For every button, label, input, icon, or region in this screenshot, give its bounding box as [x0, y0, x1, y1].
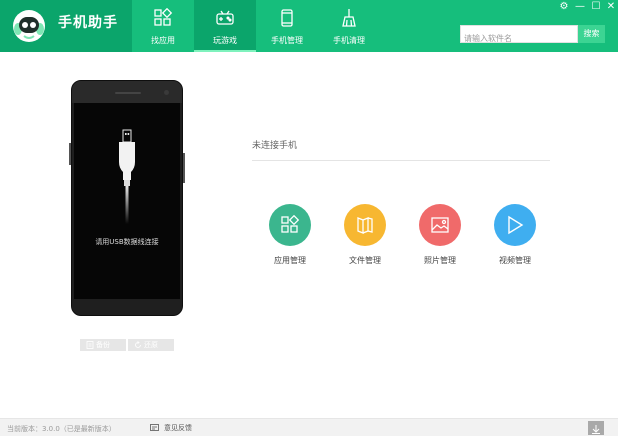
tab-play-games[interactable]: 玩游戏 — [194, 0, 256, 52]
phone-camera — [164, 90, 169, 95]
usb-connect-prompt: 请用USB数据线连接 — [95, 238, 159, 246]
feedback-icon — [150, 424, 159, 431]
version-text: 当前版本：3.0.0（已是最新版本） — [7, 425, 116, 433]
minimize-button[interactable]: — — [573, 1, 587, 13]
connection-status: 未连接手机 — [252, 141, 298, 151]
download-icon — [592, 425, 600, 434]
tool-label: 应用管理 — [274, 256, 306, 265]
photo-manage-circle — [419, 204, 461, 246]
tab-find-apps[interactable]: 找应用 — [132, 0, 194, 52]
video-manage-circle — [494, 204, 536, 246]
picture-icon — [431, 217, 449, 233]
download-manager-button[interactable] — [588, 421, 604, 435]
phone-bottom-bezel — [72, 299, 182, 315]
gamepad-icon — [216, 10, 234, 25]
feedback-label: 意见反馈 — [164, 424, 192, 432]
search-input[interactable] — [461, 30, 577, 47]
divider — [252, 160, 550, 161]
app-manage-circle — [269, 204, 311, 246]
feedback-link[interactable]: 意见反馈 — [150, 423, 192, 433]
tab-label: 手机清理 — [333, 36, 365, 45]
phone-power-button — [183, 153, 185, 183]
tool-label: 照片管理 — [424, 256, 456, 265]
app-title: 手机助手 — [58, 15, 118, 31]
tab-label: 玩游戏 — [213, 36, 237, 45]
robot-logo-icon — [13, 10, 45, 42]
usb-cable-icon — [119, 129, 135, 224]
maximize-button[interactable]: ☐ — [589, 1, 603, 13]
search-button[interactable]: 搜索 — [578, 25, 605, 43]
tab-label: 找应用 — [151, 36, 175, 45]
phone-volume-button — [69, 143, 71, 165]
close-button[interactable]: ✕ — [604, 1, 618, 13]
settings-icon[interactable]: ⚙ — [557, 1, 571, 13]
file-manage-circle — [344, 204, 386, 246]
tab-label: 手机管理 — [271, 36, 303, 45]
broom-icon — [342, 9, 356, 27]
backup-button[interactable]: 备份 — [80, 339, 126, 351]
restore-button[interactable]: 还原 — [128, 339, 174, 351]
tool-label: 视频管理 — [499, 256, 531, 265]
status-bar: 当前版本：3.0.0（已是最新版本） 意见反馈 — [0, 418, 618, 436]
backup-icon — [86, 341, 94, 349]
restore-icon — [135, 341, 141, 348]
tab-phone-manage[interactable]: 手机管理 — [256, 0, 318, 52]
restore-label: 还原 — [144, 341, 158, 349]
brand-area: 手机助手 — [0, 0, 132, 52]
backup-label: 备份 — [96, 341, 110, 349]
top-header: 手机助手 找应用 玩游戏 手机管理 手机清理 ⚙ — ☐ ✕ 请输入软件名 搜索 — [0, 0, 618, 52]
phone-speaker — [115, 92, 141, 94]
folder-book-icon — [357, 217, 373, 234]
grid-apps-icon — [154, 8, 173, 26]
tool-label: 文件管理 — [349, 256, 381, 265]
apps-icon — [281, 215, 300, 233]
play-icon — [508, 215, 524, 235]
app-window: 手机助手 找应用 玩游戏 手机管理 手机清理 ⚙ — ☐ ✕ 请输入软件名 搜索… — [0, 0, 618, 436]
phone-icon — [281, 9, 293, 27]
tab-phone-clean[interactable]: 手机清理 — [318, 0, 380, 52]
search-box — [460, 25, 578, 47]
